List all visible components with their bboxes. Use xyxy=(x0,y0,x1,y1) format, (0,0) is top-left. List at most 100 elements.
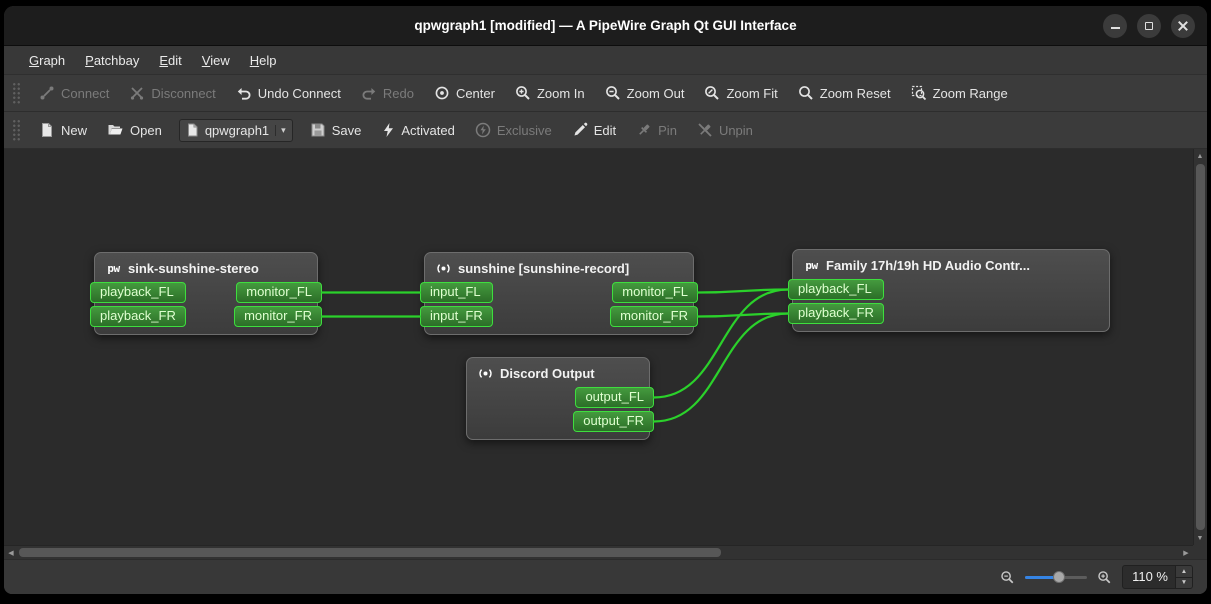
input-ports: playback_FL playback_FR xyxy=(793,279,884,324)
menu-edit[interactable]: Edit xyxy=(150,49,190,72)
undo-connect-button[interactable]: Undo Connect xyxy=(227,80,350,106)
zoom-value[interactable]: 110 % xyxy=(1123,566,1175,588)
menu-view[interactable]: View xyxy=(193,49,239,72)
exclusive-button[interactable]: Exclusive xyxy=(466,117,561,143)
toolbar-handle[interactable] xyxy=(12,119,21,141)
exclusive-label: Exclusive xyxy=(497,123,552,138)
node-header[interactable]: Discord Output xyxy=(467,362,649,387)
pin-button[interactable]: Pin xyxy=(627,117,686,143)
graph-node[interactable]: sink-sunshine-stereo playback_FL playbac… xyxy=(94,252,318,335)
port[interactable]: playback_FR xyxy=(90,306,186,327)
status-bar: 110 % ▲ ▼ xyxy=(4,559,1207,594)
cable-layer xyxy=(4,149,1193,545)
node-header[interactable]: sink-sunshine-stereo xyxy=(95,257,317,282)
toolbar-handle[interactable] xyxy=(12,82,21,104)
new-button[interactable]: New xyxy=(30,117,96,143)
scroll-up-icon[interactable]: ▲ xyxy=(1193,149,1207,163)
zoom-out-button[interactable]: Zoom Out xyxy=(596,80,694,106)
node-title: Family 17h/19h HD Audio Contr... xyxy=(826,258,1030,273)
close-button[interactable] xyxy=(1171,14,1195,38)
menu-help[interactable]: Help xyxy=(241,49,286,72)
port[interactable]: playback_FL xyxy=(788,279,884,300)
zoom-fit-button[interactable]: Zoom Fit xyxy=(695,80,786,106)
node-header[interactable]: Family 17h/19h HD Audio Contr... xyxy=(793,254,1109,279)
menu-graph[interactable]: Graph xyxy=(20,49,74,72)
disconnect-button[interactable]: Disconnect xyxy=(120,80,224,106)
title-bar[interactable]: qpwgraph1 [modified] — A PipeWire Graph … xyxy=(4,6,1207,46)
node-title: Discord Output xyxy=(500,366,595,381)
spin-down-icon[interactable]: ▼ xyxy=(1176,577,1192,589)
activated-button[interactable]: Activated xyxy=(372,117,463,143)
session-combobox[interactable]: qpwgraph1 ▾ xyxy=(179,119,293,142)
menu-bar: Graph Patchbay Edit View Help xyxy=(4,46,1207,75)
graph-toolbar: Connect Disconnect Undo Connect Redo Cen… xyxy=(4,75,1207,112)
undo-icon xyxy=(236,85,252,101)
spin-arrows: ▲ ▼ xyxy=(1175,566,1192,588)
port[interactable]: monitor_FR xyxy=(610,306,698,327)
zoom-spinbox[interactable]: 110 % ▲ ▼ xyxy=(1122,565,1193,589)
scroll-right-icon[interactable]: ▶ xyxy=(1179,546,1193,560)
connect-button[interactable]: Connect xyxy=(30,80,118,106)
port[interactable]: output_FL xyxy=(575,387,654,408)
record-icon xyxy=(435,260,452,277)
output-ports: monitor_FL monitor_FR xyxy=(610,282,693,327)
port[interactable]: playback_FL xyxy=(90,282,186,303)
center-label: Center xyxy=(456,86,495,101)
connect-icon xyxy=(39,85,55,101)
redo-button[interactable]: Redo xyxy=(352,80,423,106)
maximize-icon xyxy=(1145,22,1153,30)
port[interactable]: input_FR xyxy=(420,306,493,327)
unpin-button[interactable]: Unpin xyxy=(688,117,762,143)
scrollbar-corner xyxy=(1193,545,1207,559)
zoom-in-label: Zoom In xyxy=(537,86,585,101)
connect-label: Connect xyxy=(61,86,109,101)
zoom-slider-handle[interactable] xyxy=(1053,571,1065,583)
open-icon xyxy=(107,122,124,138)
unpin-label: Unpin xyxy=(719,123,753,138)
combo-dropdown-icon[interactable]: ▾ xyxy=(275,125,286,136)
node-header[interactable]: sunshine [sunshine-record] xyxy=(425,257,693,282)
zoom-fit-icon xyxy=(704,85,720,101)
pin-label: Pin xyxy=(658,123,677,138)
port[interactable]: monitor_FR xyxy=(234,306,322,327)
open-label: Open xyxy=(130,123,162,138)
vertical-scrollbar[interactable]: ▲ ▼ xyxy=(1193,149,1207,545)
open-button[interactable]: Open xyxy=(98,117,171,143)
window-title: qpwgraph1 [modified] — A PipeWire Graph … xyxy=(414,18,796,33)
zoom-out-mini-icon[interactable] xyxy=(1000,570,1015,585)
vertical-scroll-thumb[interactable] xyxy=(1196,164,1205,530)
graph-node[interactable]: Discord Output output_FL output_FR xyxy=(466,357,650,440)
zoom-in-button[interactable]: Zoom In xyxy=(506,80,594,106)
horizontal-scroll-thumb[interactable] xyxy=(19,548,721,557)
port[interactable]: monitor_FL xyxy=(612,282,698,303)
graph-node[interactable]: Family 17h/19h HD Audio Contr... playbac… xyxy=(792,249,1110,332)
zoom-range-button[interactable]: Zoom Range xyxy=(902,80,1017,106)
scroll-down-icon[interactable]: ▼ xyxy=(1193,531,1207,545)
port[interactable]: playback_FR xyxy=(788,303,884,324)
edit-button[interactable]: Edit xyxy=(563,117,625,143)
save-button[interactable]: Save xyxy=(301,117,371,143)
zoom-slider[interactable] xyxy=(1025,569,1087,585)
zoom-in-mini-icon[interactable] xyxy=(1097,570,1112,585)
undo-label: Undo Connect xyxy=(258,86,341,101)
activated-icon xyxy=(381,122,395,138)
zoom-reset-icon xyxy=(798,85,814,101)
horizontal-scrollbar[interactable]: ◀ ▶ xyxy=(4,545,1193,559)
maximize-button[interactable] xyxy=(1137,14,1161,38)
zoom-reset-button[interactable]: Zoom Reset xyxy=(789,80,900,106)
minimize-button[interactable] xyxy=(1103,14,1127,38)
scroll-left-icon[interactable]: ◀ xyxy=(4,546,18,560)
port[interactable]: output_FR xyxy=(573,411,654,432)
center-button[interactable]: Center xyxy=(425,80,504,106)
menu-patchbay[interactable]: Patchbay xyxy=(76,49,148,72)
spin-up-icon[interactable]: ▲ xyxy=(1176,566,1192,577)
disconnect-icon xyxy=(129,85,145,101)
save-icon xyxy=(310,122,326,138)
port[interactable]: monitor_FL xyxy=(236,282,322,303)
node-ports: playback_FL playback_FR monitor_FL monit… xyxy=(95,282,317,327)
node-ports: output_FL output_FR xyxy=(467,387,649,432)
port[interactable]: input_FL xyxy=(420,282,493,303)
canvas-area: sink-sunshine-stereo playback_FL playbac… xyxy=(4,149,1207,559)
graph-canvas[interactable]: sink-sunshine-stereo playback_FL playbac… xyxy=(4,149,1193,545)
graph-node[interactable]: sunshine [sunshine-record] input_FL inpu… xyxy=(424,252,694,335)
